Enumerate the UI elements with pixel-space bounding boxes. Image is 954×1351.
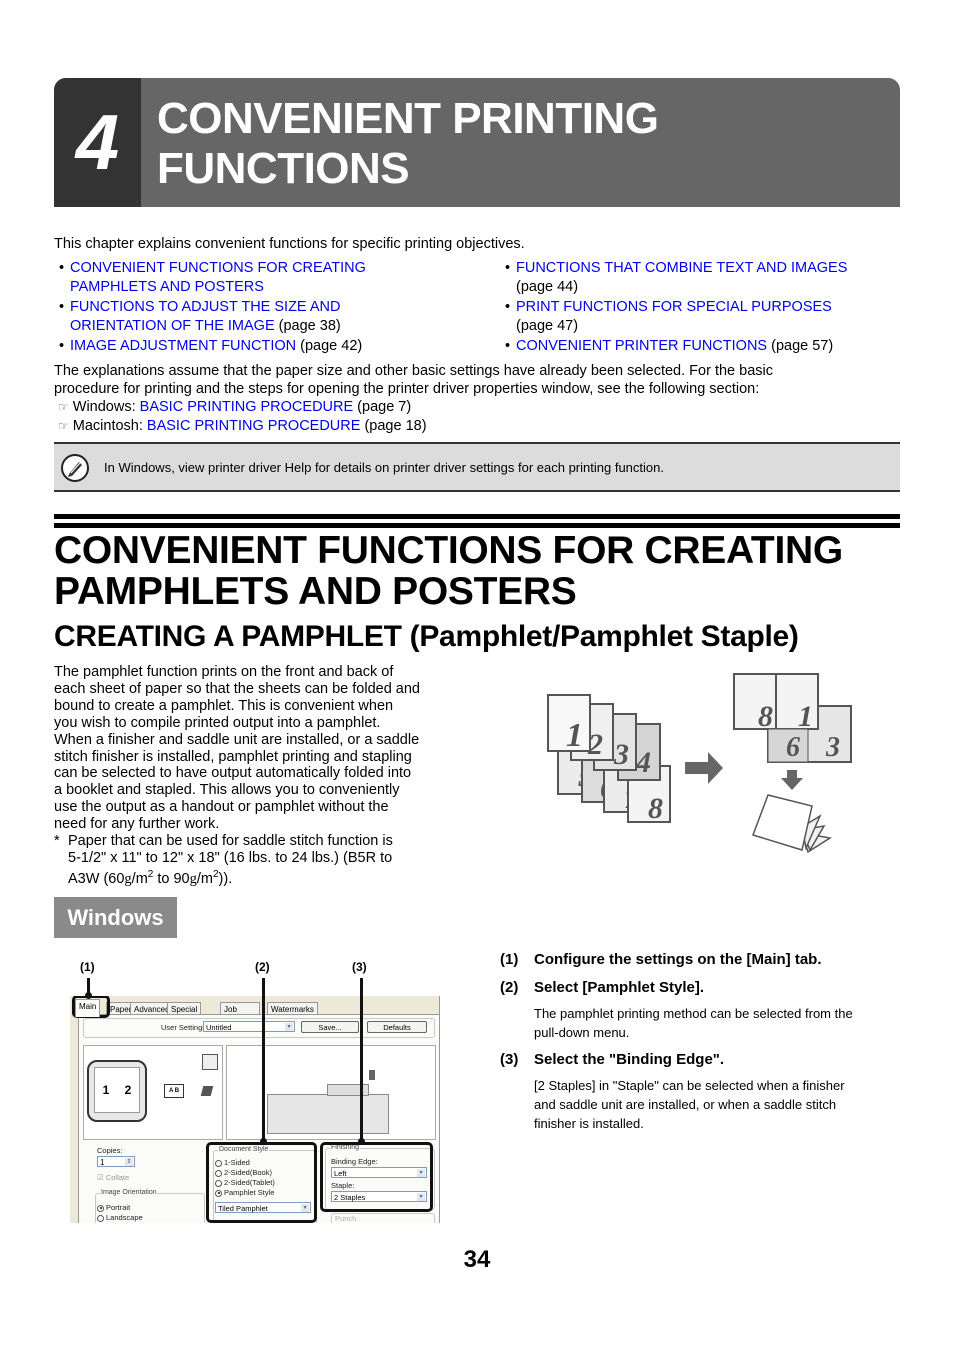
toc-link[interactable]: CONVENIENT FUNCTIONS FOR CREATING PAMPHLE… — [70, 260, 366, 295]
callout-label: (1) — [80, 960, 95, 974]
toc-page: (page 44) — [516, 279, 579, 295]
toc-left: • CONVENIENT FUNCTIONS FOR CREATING PAMPH… — [54, 259, 484, 357]
toc-item: • FUNCTIONS TO ADJUST THE SIZE AND ORIENT… — [59, 299, 341, 334]
chapter-header: 4 CONVENIENT PRINTING FUNCTIONS — [54, 78, 900, 207]
save-button[interactable]: Save... — [301, 1021, 359, 1033]
step-heading: (1) Configure the settings on the [Main] … — [500, 951, 822, 968]
layout-preview: 12 A B — [83, 1045, 223, 1140]
page-number-label: 1 — [566, 717, 583, 754]
page-number-label: 8 — [758, 700, 773, 733]
note-text: In Windows, view printer driver Help for… — [104, 460, 664, 475]
step-description: [2 Staples] in "Staple" can be selected … — [534, 1078, 845, 1131]
down-arrow-icon — [781, 770, 803, 790]
defaults-button[interactable]: Defaults — [367, 1021, 427, 1033]
collate-checkbox[interactable]: ☑ Collate — [97, 1173, 129, 1182]
page-number-label: 6 — [786, 732, 800, 763]
highlight-finishing — [320, 1142, 433, 1212]
pencil-note-icon — [61, 454, 89, 482]
copies-input[interactable]: 1 ⇕ — [97, 1156, 135, 1167]
toc-item: • PRINT FUNCTIONS FOR SPECIAL PURPOSES (p… — [505, 299, 832, 334]
highlight-document-style — [206, 1142, 317, 1223]
toc-link[interactable]: PRINT FUNCTIONS FOR SPECIAL PURPOSES — [516, 299, 832, 315]
toc-item: • CONVENIENT PRINTER FUNCTIONS (page 57) — [505, 338, 834, 354]
chapter-number: 4 — [54, 78, 141, 207]
callout-leader-line — [360, 978, 363, 1142]
windows-section-label: Windows — [54, 897, 177, 938]
right-arrow-icon — [685, 752, 723, 784]
page-number-label: 1 — [798, 700, 813, 733]
pointing-hand-icon: ☞ — [58, 400, 69, 414]
steps-list: (1) Configure the settings on the [Main] … — [500, 950, 900, 1141]
reference-macintosh: ☞ Macintosh: BASIC PRINTING PROCEDURE (pa… — [58, 418, 427, 434]
collate-icon — [202, 1054, 218, 1070]
callout-leader-line — [262, 978, 265, 1142]
printer-preview — [226, 1045, 436, 1140]
toc-right: • FUNCTIONS THAT COMBINE TEXT AND IMAGES… — [500, 259, 900, 357]
toc-link[interactable]: FUNCTIONS THAT COMBINE TEXT AND IMAGES — [516, 260, 847, 276]
step-heading: (2) Select [Pamphlet Style]. — [500, 979, 705, 996]
section-rule — [54, 514, 900, 519]
callout-label: (2) — [255, 960, 270, 974]
toc-page: (page 47) — [516, 318, 579, 334]
folded-booklet-icon — [752, 794, 833, 854]
toc-item: • IMAGE ADJUSTMENT FUNCTION (page 42) — [59, 338, 363, 354]
note-box: In Windows, view printer driver Help for… — [54, 442, 900, 492]
toc-link[interactable]: CONVENIENT PRINTER FUNCTIONS — [516, 338, 767, 354]
page-number-label: 8 — [648, 792, 663, 825]
toc-page: (page 42) — [296, 338, 363, 354]
pamphlet-illustration: 5 6 7 8 4 3 2 1 8 1 6 3 — [547, 673, 852, 854]
pointing-hand-icon: ☞ — [58, 419, 69, 433]
user-settings-label: User Settings: — [161, 1023, 209, 1032]
chevron-down-icon: ▾ — [285, 1023, 293, 1031]
section-rule — [54, 523, 900, 528]
chapter-title: CONVENIENT PRINTING FUNCTIONS — [157, 94, 659, 193]
step-description: The pamphlet printing method can be sele… — [534, 1006, 853, 1040]
callout-dot — [260, 1138, 267, 1145]
toc-item: • FUNCTIONS THAT COMBINE TEXT AND IMAGES… — [505, 260, 848, 295]
page-number-label: 4 — [635, 746, 651, 779]
basic-printing-link-windows[interactable]: BASIC PRINTING PROCEDURE — [140, 399, 354, 415]
section-title: CONVENIENT FUNCTIONS FOR CREATING PAMPHL… — [54, 529, 843, 613]
footnote: * Paper that can be used for saddle stit… — [54, 833, 393, 887]
user-settings-select[interactable]: Untitled ▾ — [203, 1021, 295, 1032]
staple-icon — [200, 1086, 214, 1096]
callout-label: (3) — [352, 960, 367, 974]
step-heading: (3) Select the "Binding Edge". — [500, 1051, 725, 1068]
printer-driver-screenshot: Paper Advanced Special Modes Job Handlin… — [70, 996, 440, 1223]
basic-printing-link-macintosh[interactable]: BASIC PRINTING PROCEDURE — [147, 418, 361, 434]
assumption-paragraph: The explanations assume that the paper s… — [54, 362, 900, 436]
punch-label: Punch — [335, 1214, 357, 1223]
callout-dot — [358, 1138, 365, 1145]
toc-page: (page 38) — [274, 318, 341, 334]
page-number-label: 3 — [613, 738, 629, 771]
intro-text: This chapter explains convenient functio… — [54, 236, 525, 252]
toc-link[interactable]: IMAGE ADJUSTMENT FUNCTION — [70, 338, 296, 354]
spinner-icon: ⇕ — [125, 1158, 133, 1166]
toc-item: • CONVENIENT FUNCTIONS FOR CREATING PAMPH… — [59, 260, 366, 295]
page-number-label: 3 — [825, 732, 840, 763]
booklet-ab-icon: A B — [164, 1084, 184, 1098]
page-number: 34 — [463, 1246, 491, 1273]
body-paragraph: The pamphlet function prints on the fron… — [54, 664, 464, 888]
toc-page: (page 57) — [767, 338, 834, 354]
copies-label: Copies: — [97, 1146, 123, 1155]
reference-windows: ☞ Windows: BASIC PRINTING PROCEDURE (page… — [58, 399, 412, 415]
orientation-landscape-radio[interactable]: Landscape — [97, 1213, 143, 1222]
subsection-title: CREATING A PAMPHLET (Pamphlet/Pamphlet S… — [54, 620, 799, 653]
callout-dot — [85, 992, 92, 999]
orientation-portrait-radio[interactable]: Portrait — [97, 1203, 130, 1212]
tab-main[interactable]: Main — [75, 999, 101, 1017]
printer-image — [267, 1094, 389, 1134]
